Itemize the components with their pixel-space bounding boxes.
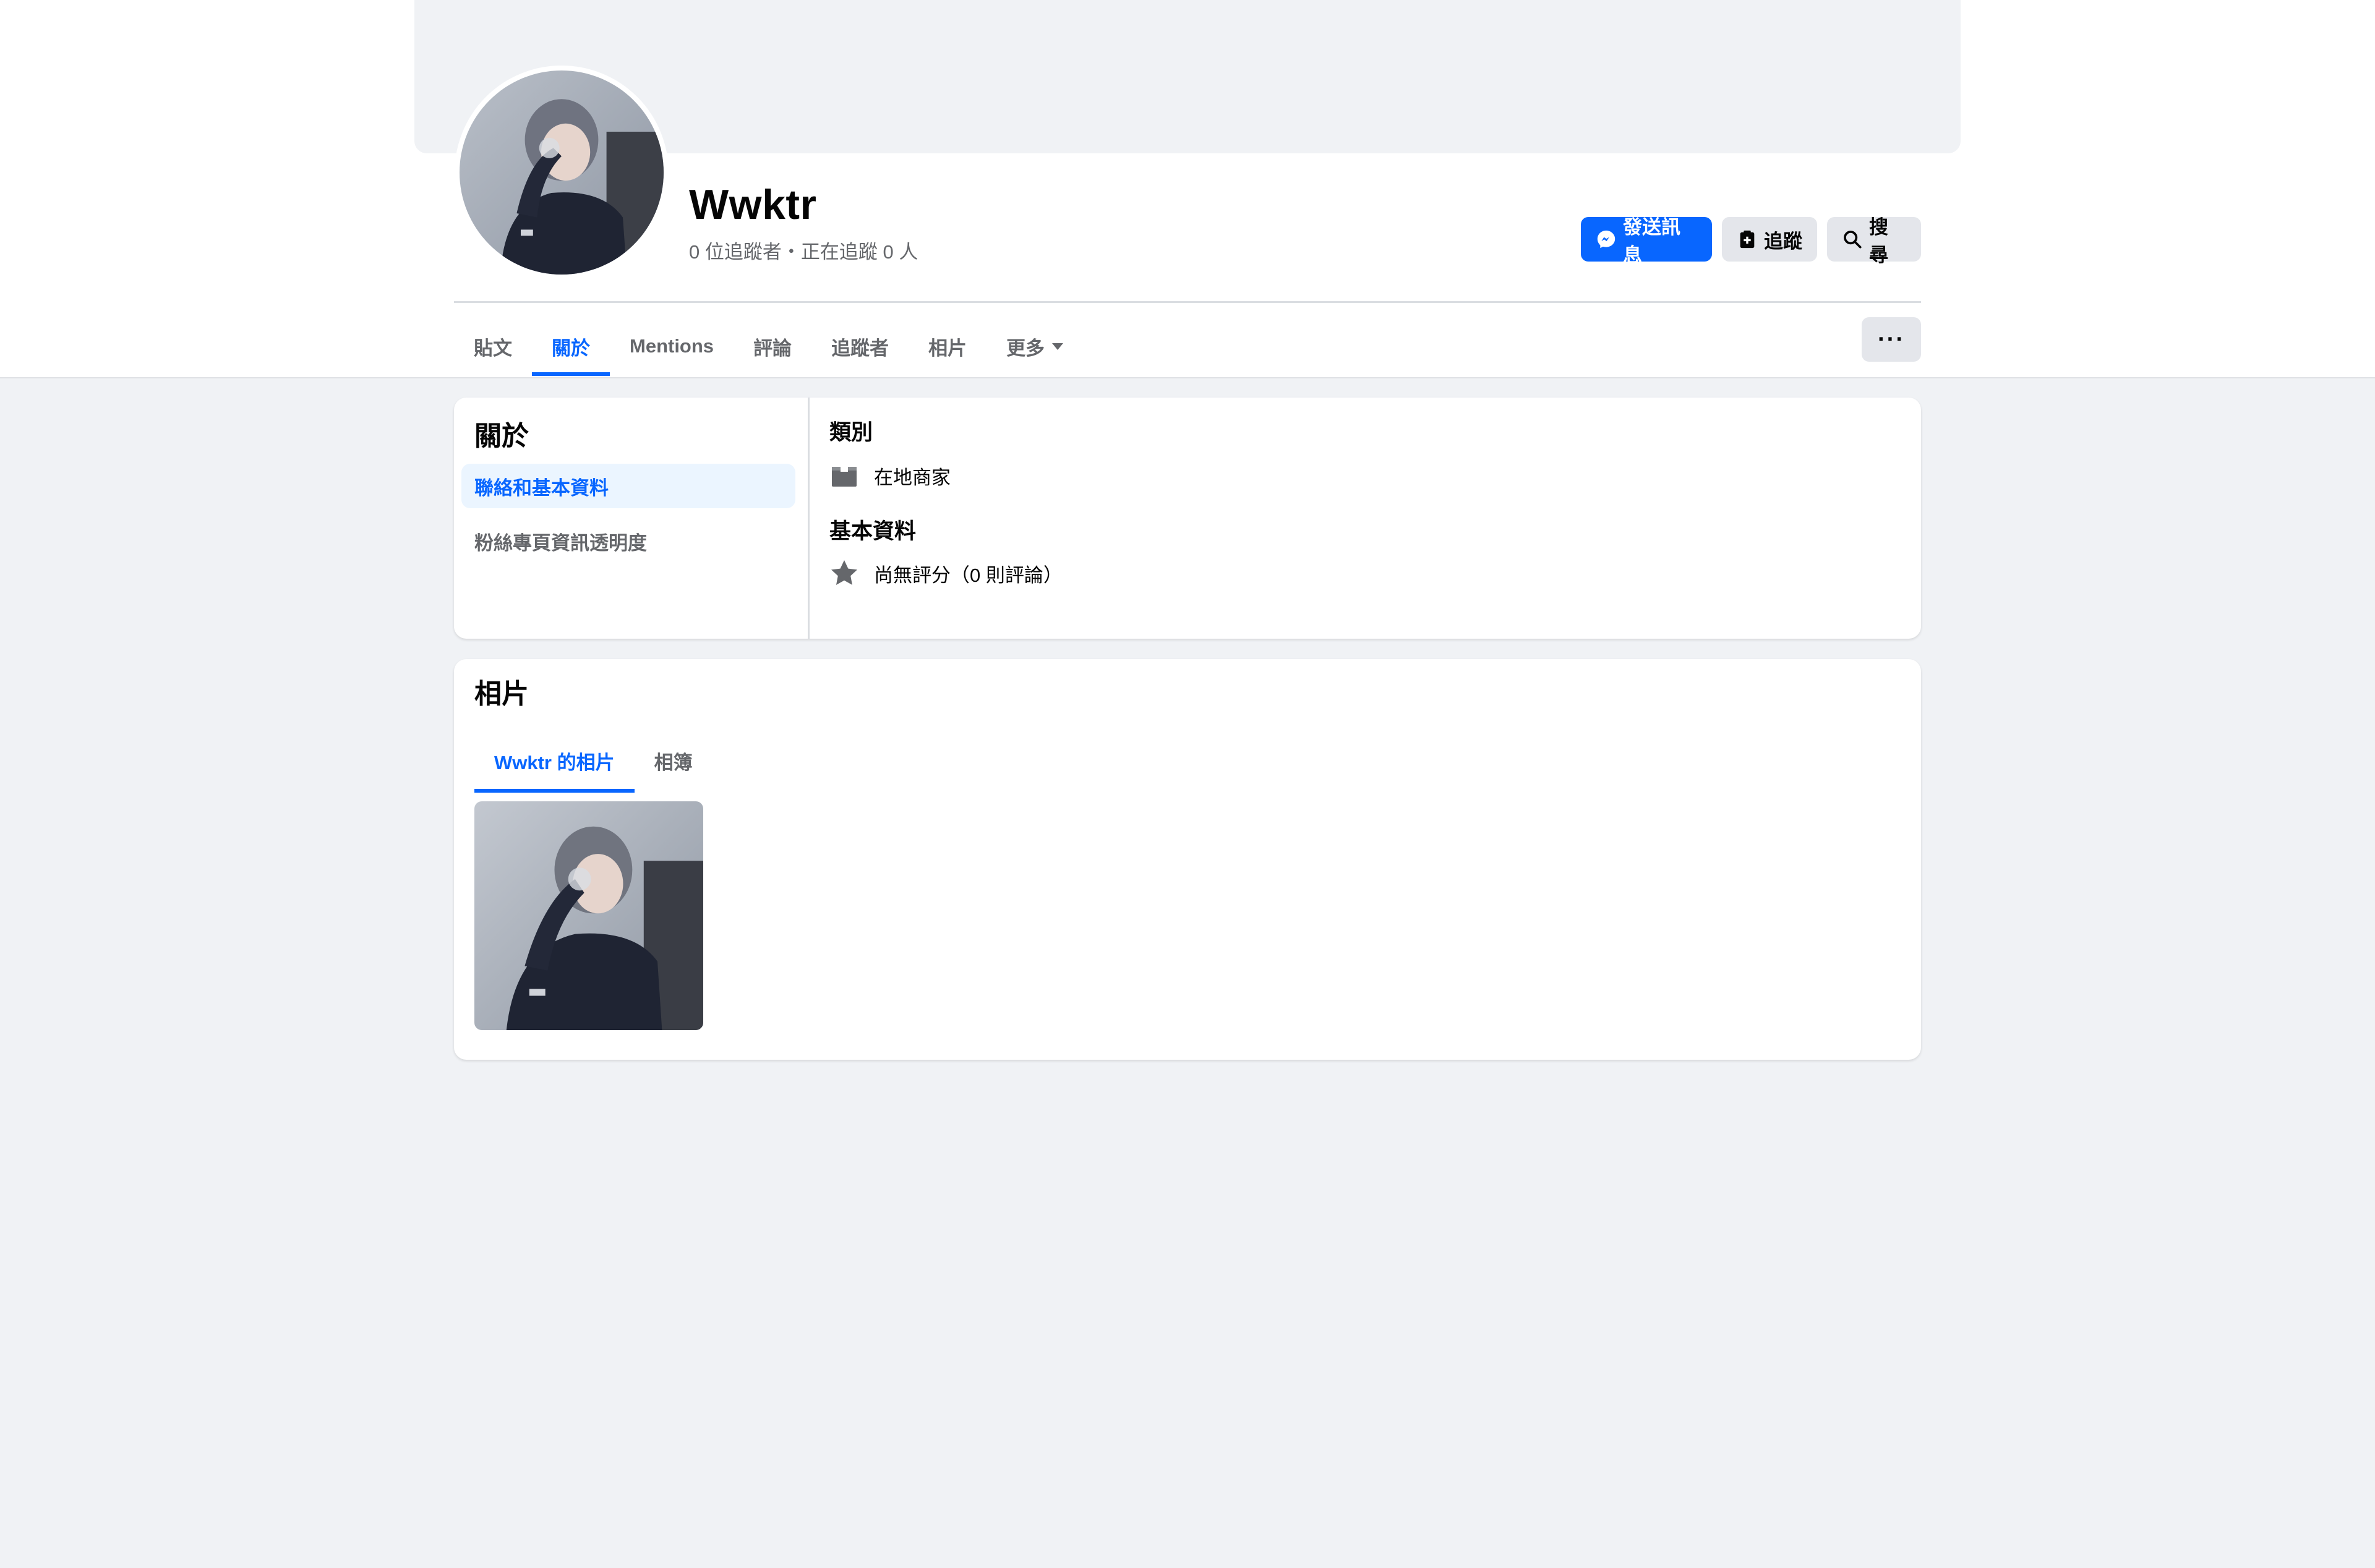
follow-button[interactable]: 追蹤 (1722, 217, 1817, 262)
header-divider (454, 301, 1921, 303)
tab-reviews[interactable]: 評論 (734, 317, 811, 376)
photos-card: 相片 Wwktr 的相片 相簿 (454, 659, 1921, 1060)
messenger-icon (1597, 230, 1615, 249)
photo-thumbnail[interactable] (474, 801, 703, 1030)
tab-photos[interactable]: 相片 (909, 317, 986, 376)
category-heading: 類別 (829, 420, 873, 445)
page-title: Wwktr (689, 181, 817, 228)
follow-icon (1740, 230, 1755, 249)
caret-down-icon (1052, 343, 1064, 350)
about-title: 關於 (474, 421, 529, 451)
photo-image (474, 801, 703, 1030)
avatar-photo-image (460, 70, 664, 275)
follower-stats[interactable]: 0 位追蹤者・正在追蹤 0 人 (689, 236, 918, 264)
tab-page-photos[interactable]: Wwktr 的相片 (474, 731, 635, 793)
tab-posts[interactable]: 貼文 (454, 317, 532, 376)
more-options-button[interactable]: ··· (1862, 317, 1921, 362)
tab-more-label: 更多 (1006, 337, 1045, 359)
tab-more[interactable]: 更多 (986, 317, 1083, 376)
tab-mentions[interactable]: Mentions (610, 317, 734, 376)
send-message-label: 發送訊息 (1623, 216, 1680, 266)
profile-tabs: 貼文 關於 Mentions 評論 追蹤者 相片 更多 (454, 317, 1083, 376)
category-row: 在地商家 (829, 461, 951, 490)
sidebar-item-page-transparency[interactable]: 粉絲專頁資訊透明度 (461, 519, 795, 563)
rating-value[interactable]: 尚無評分（0 則評論） (874, 560, 1063, 587)
about-card: 關於 聯絡和基本資料 粉絲專頁資訊透明度 類別 在地商家 基本資料 尚無評分（0… (454, 398, 1921, 639)
basic-info-heading: 基本資料 (829, 519, 917, 543)
send-message-button[interactable]: 發送訊息 (1581, 216, 1712, 266)
photos-title: 相片 (474, 679, 529, 709)
profile-avatar[interactable] (455, 66, 669, 279)
about-sidebar: 關於 聯絡和基本資料 粉絲專頁資訊透明度 (454, 398, 810, 639)
profile-header: Wwktr 0 位追蹤者・正在追蹤 0 人 發送訊息 追蹤 搜尋 貼文 關於 M… (0, 0, 2375, 378)
star-icon (831, 560, 857, 585)
category-icon (832, 467, 857, 487)
tab-about[interactable]: 關於 (532, 317, 610, 376)
search-button[interactable]: 搜尋 (1827, 216, 1921, 266)
category-value: 在地商家 (874, 466, 951, 488)
profile-actions: 發送訊息 追蹤 搜尋 (1581, 216, 1921, 266)
search-label: 搜尋 (1869, 216, 1888, 266)
follow-label: 追蹤 (1764, 230, 1802, 252)
photos-tabs: Wwktr 的相片 相簿 (474, 731, 712, 793)
search-icon (1844, 231, 1862, 249)
tab-albums[interactable]: 相簿 (635, 731, 712, 790)
rating-row: 尚無評分（0 則評論） (829, 558, 1063, 588)
tab-followers[interactable]: 追蹤者 (811, 317, 909, 376)
sidebar-item-contact-basic-info[interactable]: 聯絡和基本資料 (461, 464, 795, 508)
